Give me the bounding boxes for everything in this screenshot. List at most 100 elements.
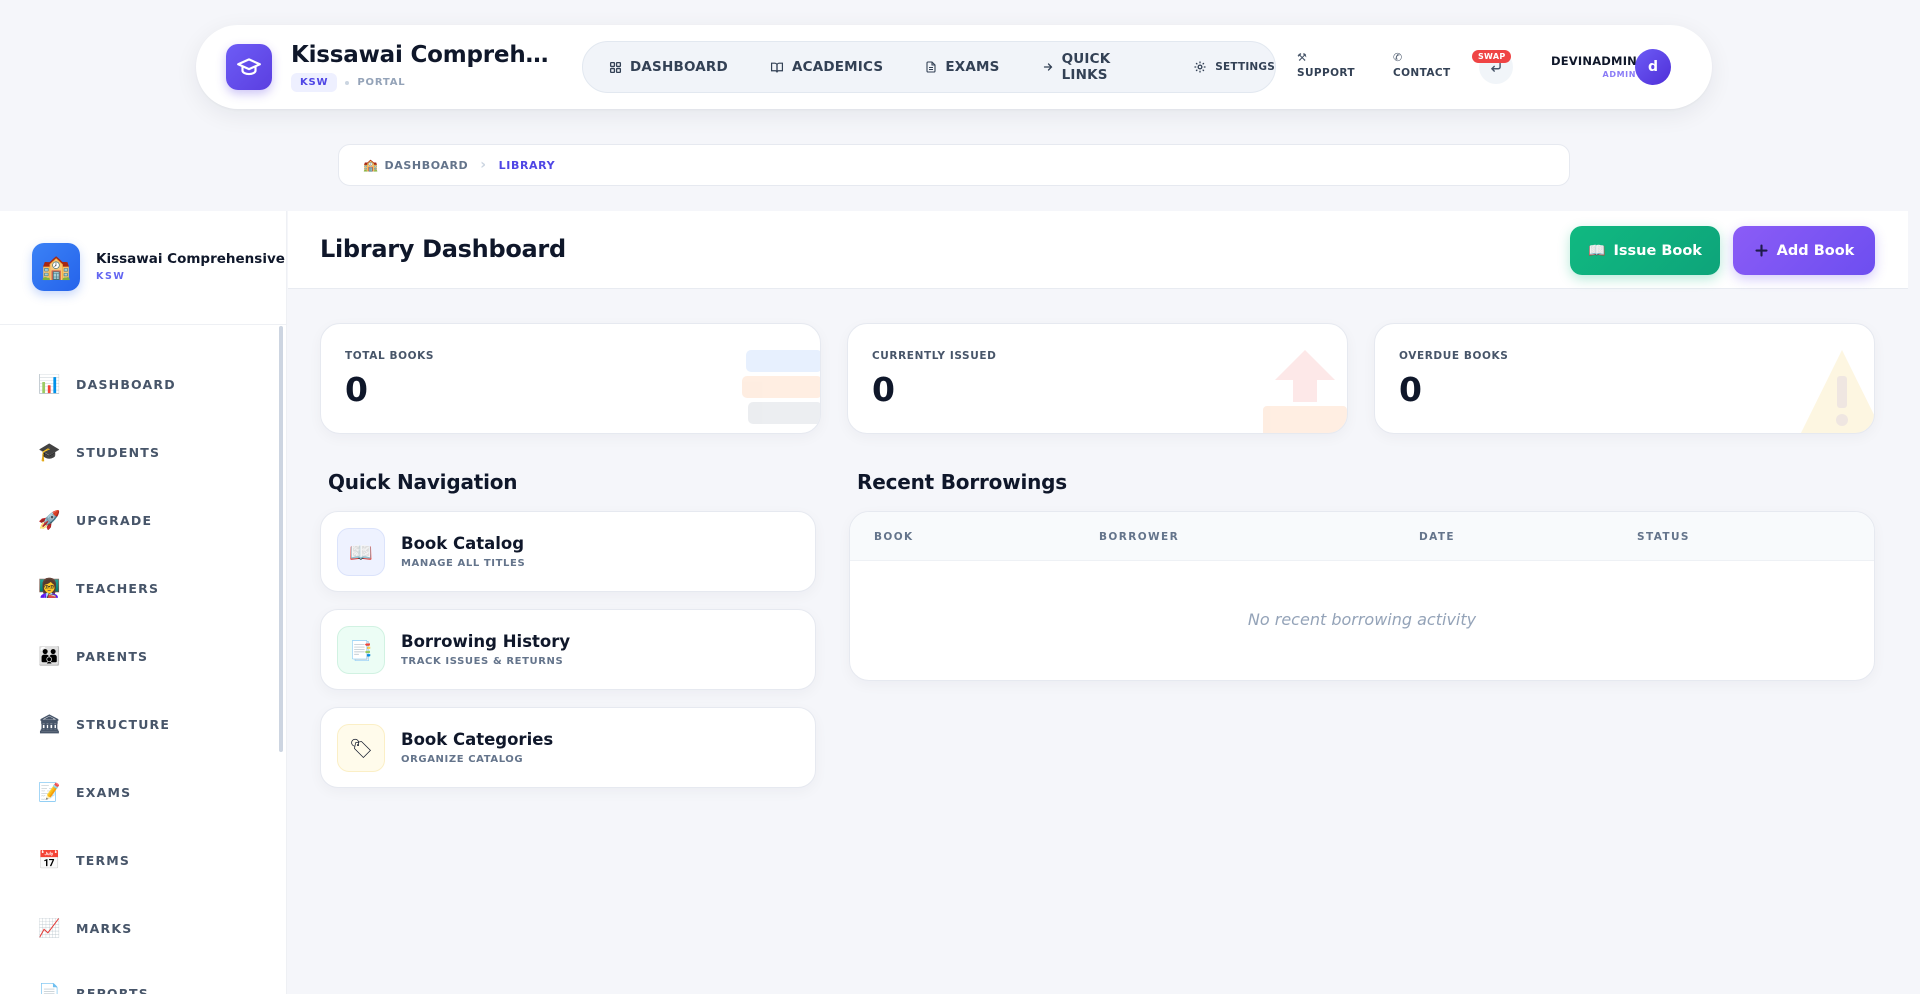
add-book-label: Add Book: [1776, 242, 1855, 259]
stat-label: CURRENTLY ISSUED: [872, 350, 997, 362]
quick-nav-subtitle: TRACK ISSUES & RETURNS: [401, 656, 564, 667]
sidebar-item-label: MARKS: [76, 921, 133, 936]
user-role: ADMIN: [1602, 70, 1636, 79]
sidebar-scrollbar[interactable]: [279, 326, 283, 752]
phone-icon: ✆: [1393, 51, 1403, 64]
quick-nav-subtitle: MANAGE ALL TITLES: [401, 558, 526, 569]
graduation-cap-icon: 🎓: [38, 442, 62, 463]
column-header-date[interactable]: DATE: [1419, 531, 1455, 543]
column-header-book[interactable]: BOOK: [874, 531, 914, 543]
quick-nav-title-text: Book Categories: [401, 730, 554, 749]
add-book-button[interactable]: Add Book: [1733, 226, 1875, 275]
brand-title[interactable]: Kissawai Comprehensive: [291, 42, 553, 68]
separator-dot: [345, 80, 350, 85]
avatar[interactable]: d: [1635, 49, 1671, 85]
contact-label: CONTACT: [1393, 67, 1451, 79]
chart-icon: 📊: [38, 374, 62, 395]
quick-nav-book-categories[interactable]: 🏷 Book Categories ORGANIZE CATALOG: [320, 707, 816, 788]
quick-nav-borrowing-history[interactable]: 📑 Borrowing History TRACK ISSUES & RETUR…: [320, 609, 816, 690]
stat-value: 0: [1399, 370, 1422, 409]
gear-icon: [1194, 61, 1206, 73]
contact-button[interactable]: ✆ CONTACT: [1393, 51, 1451, 80]
sidebar-item-marks[interactable]: 📈 MARKS: [38, 918, 132, 939]
hammer-icon: ⚒: [1297, 51, 1308, 64]
sidebar-item-terms[interactable]: 📅 TERMS: [38, 850, 130, 871]
nav-academics-label: ACADEMICS: [791, 59, 884, 75]
family-icon: 👪: [38, 646, 62, 667]
nav-dashboard[interactable]: DASHBOARD: [609, 59, 728, 75]
quick-nav-title-text: Book Catalog: [401, 534, 525, 553]
books-icon: [742, 350, 820, 424]
outbox-icon: [1263, 350, 1347, 433]
column-header-borrower[interactable]: BORROWER: [1099, 531, 1179, 543]
table-header: BOOK BORROWER DATE STATUS: [850, 512, 1874, 561]
breadcrumb-current: LIBRARY: [498, 158, 556, 172]
quick-nav-title-text: Borrowing History: [401, 632, 571, 651]
nav-exams[interactable]: EXAMS: [925, 59, 999, 75]
top-header: Kissawai Comprehensive KSW PORTAL DASHBO…: [196, 25, 1712, 109]
sidebar-item-reports[interactable]: 📄 REPORTS: [38, 983, 149, 994]
nav-settings[interactable]: SETTINGS: [1193, 60, 1275, 74]
breadcrumb-home[interactable]: 🏫 DASHBOARD: [363, 158, 468, 172]
book-open-icon: [770, 62, 783, 72]
graduation-cap-icon[interactable]: [226, 44, 272, 90]
sidebar-item-label: REPORTS: [76, 986, 149, 994]
sidebar-item-dashboard[interactable]: 📊 DASHBOARD: [38, 374, 176, 395]
sidebar-code: KSW: [96, 271, 126, 282]
history-icon: 📑: [337, 626, 385, 674]
quick-nav-book-catalog[interactable]: 📖 Book Catalog MANAGE ALL TITLES: [320, 511, 816, 592]
sidebar-item-label: TEACHERS: [76, 581, 160, 596]
breadcrumb: 🏫 DASHBOARD › LIBRARY: [338, 144, 1570, 186]
sidebar-item-parents[interactable]: 👪 PARENTS: [38, 646, 148, 667]
sidebar-header: 🏫 Kissawai Comprehensive KSW: [0, 211, 286, 325]
grid-icon: [609, 61, 622, 73]
recent-borrowings-title: Recent Borrowings: [857, 470, 1067, 494]
stat-card-currently-issued: CURRENTLY ISSUED 0: [847, 323, 1348, 434]
sidebar-item-exams[interactable]: 📝 EXAMS: [38, 782, 131, 803]
calendar-icon: 📅: [38, 850, 62, 871]
nav-quick-links[interactable]: QUICK LINKS: [1042, 51, 1152, 83]
brand-portal-label: PORTAL: [357, 77, 406, 88]
school-icon: 🏫: [363, 158, 379, 172]
report-icon: 📄: [38, 983, 62, 994]
nav-dashboard-label: DASHBOARD: [630, 59, 728, 75]
breadcrumb-home-label: DASHBOARD: [384, 158, 469, 172]
stat-card-total-books: TOTAL BOOKS 0: [320, 323, 821, 434]
teacher-icon: 👩‍🏫: [38, 578, 62, 599]
nav-quick-links-label: QUICK LINKS: [1061, 51, 1111, 83]
file-icon: [926, 61, 936, 73]
quick-nav-title: Quick Navigation: [328, 470, 518, 494]
quick-nav-subtitle: ORGANIZE CATALOG: [401, 754, 524, 765]
user-name[interactable]: DEVINADMIN: [1551, 54, 1637, 68]
building-icon: 🏛: [38, 714, 63, 735]
page-title: Library Dashboard: [320, 235, 566, 263]
stat-value: 0: [345, 370, 368, 409]
trending-up-icon: 📈: [38, 918, 62, 939]
sidebar-item-label: PARENTS: [76, 649, 149, 664]
sidebar-item-label: TERMS: [76, 853, 131, 868]
main-header: Library Dashboard 📖 Issue Book Add Book: [288, 211, 1908, 289]
sidebar-item-teachers[interactable]: 👩‍🏫 TEACHERS: [38, 578, 159, 599]
column-header-status[interactable]: STATUS: [1637, 531, 1690, 543]
sidebar-item-students[interactable]: 🎓 STUDENTS: [38, 442, 160, 463]
sidebar: 🏫 Kissawai Comprehensive KSW 📊 DASHBOARD…: [0, 211, 287, 994]
sidebar-item-label: DASHBOARD: [76, 377, 176, 392]
sidebar-item-label: UPGRADE: [76, 513, 153, 528]
support-label: SUPPORT: [1297, 67, 1355, 79]
stat-card-overdue-books: OVERDUE BOOKS 0: [1374, 323, 1875, 434]
sidebar-item-upgrade[interactable]: 🚀 UPGRADE: [38, 510, 152, 531]
stat-value: 0: [872, 370, 895, 409]
memo-icon: 📝: [38, 782, 62, 803]
brand-subline: KSW PORTAL: [291, 73, 405, 92]
issue-book-button[interactable]: 📖 Issue Book: [1570, 226, 1720, 275]
nav-exams-label: EXAMS: [945, 59, 1000, 75]
recent-borrowings-table: BOOK BORROWER DATE STATUS No recent borr…: [849, 511, 1875, 681]
rocket-icon: 🚀: [38, 510, 62, 531]
sidebar-title: Kissawai Comprehensive: [96, 251, 285, 267]
nav-academics[interactable]: ACADEMICS: [770, 59, 883, 75]
stat-label: OVERDUE BOOKS: [1399, 350, 1509, 362]
issue-book-label: Issue Book: [1613, 242, 1702, 259]
sidebar-item-structure[interactable]: 🏛 STRUCTURE: [38, 714, 170, 735]
support-button[interactable]: ⚒ SUPPORT: [1297, 51, 1355, 80]
brand-badge: KSW: [291, 73, 338, 92]
